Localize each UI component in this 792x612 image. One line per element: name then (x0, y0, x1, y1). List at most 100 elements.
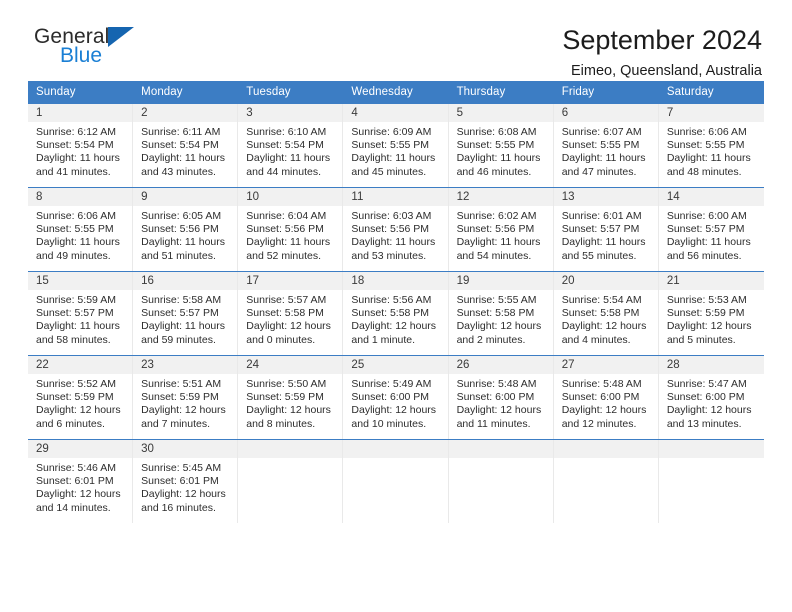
daylight-text-line2: and 58 minutes. (36, 333, 111, 346)
sunset-text: Sunset: 5:55 PM (36, 223, 114, 236)
sunset-text: Sunset: 5:58 PM (246, 307, 324, 320)
daylight-text-line2: and 41 minutes. (36, 165, 111, 178)
daylight-text-line1: Daylight: 12 hours (561, 404, 647, 417)
sunrise-text: Sunrise: 5:49 AM (351, 378, 432, 390)
day-details: Sunrise: 5:47 AM Sunset: 6:00 PM Dayligh… (659, 374, 764, 431)
daylight-text-line2: and 59 minutes. (141, 333, 216, 346)
day-details: Sunrise: 6:07 AM Sunset: 5:55 PM Dayligh… (554, 122, 658, 179)
day-number: 1 (28, 104, 133, 122)
day-cell[interactable]: 4 Sunrise: 6:09 AM Sunset: 5:55 PM Dayli… (343, 104, 449, 187)
day-number (343, 440, 448, 458)
daylight-text-line1: Daylight: 12 hours (36, 404, 121, 417)
sunset-text: Sunset: 6:00 PM (561, 391, 640, 404)
day-cell-empty (553, 440, 659, 523)
day-number: 3 (238, 104, 343, 122)
calendar-grid: Sunday Monday Tuesday Wednesday Thursday… (28, 81, 764, 523)
weekday-header-row: Sunday Monday Tuesday Wednesday Thursday… (28, 81, 764, 104)
daylight-text-line1: Daylight: 11 hours (561, 236, 646, 249)
day-cell[interactable]: 26 Sunrise: 5:48 AM Sunset: 6:00 PM Dayl… (448, 356, 554, 439)
day-number: 11 (343, 188, 448, 206)
day-cell[interactable]: 11 Sunrise: 6:03 AM Sunset: 5:56 PM Dayl… (343, 188, 449, 271)
daylight-text-line1: Daylight: 12 hours (141, 488, 226, 501)
day-cell-empty (448, 440, 554, 523)
day-cell[interactable]: 21 Sunrise: 5:53 AM Sunset: 5:59 PM Dayl… (658, 272, 764, 355)
day-cell[interactable]: 27 Sunrise: 5:48 AM Sunset: 6:00 PM Dayl… (553, 356, 659, 439)
sunrise-text: Sunrise: 6:11 AM (141, 126, 221, 138)
day-number: 14 (658, 188, 764, 206)
day-cell[interactable]: 16 Sunrise: 5:58 AM Sunset: 5:57 PM Dayl… (133, 272, 239, 355)
day-details: Sunrise: 6:06 AM Sunset: 5:55 PM Dayligh… (28, 206, 132, 263)
day-details: Sunrise: 6:11 AM Sunset: 5:54 PM Dayligh… (133, 122, 237, 179)
day-number: 25 (343, 356, 448, 374)
day-cell[interactable]: 15 Sunrise: 5:59 AM Sunset: 5:57 PM Dayl… (28, 272, 134, 355)
sunrise-text: Sunrise: 5:56 AM (351, 294, 432, 306)
logo-triangle-icon (108, 27, 135, 47)
daylight-text-line2: and 5 minutes. (666, 333, 736, 346)
day-cell[interactable]: 29 Sunrise: 5:46 AM Sunset: 6:01 PM Dayl… (28, 440, 134, 523)
day-cell[interactable]: 20 Sunrise: 5:54 AM Sunset: 5:58 PM Dayl… (553, 272, 659, 355)
day-cell[interactable]: 3 Sunrise: 6:10 AM Sunset: 5:54 PM Dayli… (238, 104, 344, 187)
sunset-text: Sunset: 5:56 PM (351, 223, 430, 236)
day-cell[interactable]: 6 Sunrise: 6:07 AM Sunset: 5:55 PM Dayli… (553, 104, 659, 187)
sunrise-text: Sunrise: 6:02 AM (456, 210, 537, 222)
sunrise-text: Sunrise: 6:07 AM (561, 126, 642, 138)
day-cell[interactable]: 9 Sunrise: 6:05 AM Sunset: 5:56 PM Dayli… (133, 188, 239, 271)
day-cell[interactable]: 13 Sunrise: 6:01 AM Sunset: 5:57 PM Dayl… (553, 188, 659, 271)
daylight-text-line2: and 8 minutes. (246, 417, 316, 430)
day-details: Sunrise: 5:54 AM Sunset: 5:58 PM Dayligh… (554, 290, 658, 347)
day-number: 15 (28, 272, 133, 290)
logo-text-blue: Blue (60, 44, 103, 67)
day-number: 10 (238, 188, 343, 206)
daylight-text-line1: Daylight: 12 hours (36, 488, 121, 501)
day-cell-empty (343, 440, 449, 523)
sunrise-text: Sunrise: 5:46 AM (36, 462, 116, 474)
day-details: Sunrise: 6:08 AM Sunset: 5:55 PM Dayligh… (449, 122, 553, 179)
day-cell[interactable]: 18 Sunrise: 5:56 AM Sunset: 5:58 PM Dayl… (343, 272, 449, 355)
day-cell[interactable]: 12 Sunrise: 6:02 AM Sunset: 5:56 PM Dayl… (448, 188, 554, 271)
day-details: Sunrise: 5:45 AM Sunset: 6:01 PM Dayligh… (133, 458, 237, 515)
day-cell[interactable]: 7 Sunrise: 6:06 AM Sunset: 5:55 PM Dayli… (658, 104, 764, 187)
daylight-text-line2: and 53 minutes. (351, 249, 427, 262)
week-row: 8 Sunrise: 6:06 AM Sunset: 5:55 PM Dayli… (28, 187, 764, 271)
sunrise-text: Sunrise: 5:50 AM (246, 378, 327, 390)
sunrise-text: Sunrise: 5:59 AM (36, 294, 116, 306)
day-details: Sunrise: 5:49 AM Sunset: 6:00 PM Dayligh… (343, 374, 447, 431)
day-details: Sunrise: 5:59 AM Sunset: 5:57 PM Dayligh… (28, 290, 132, 347)
day-cell[interactable]: 23 Sunrise: 5:51 AM Sunset: 5:59 PM Dayl… (133, 356, 239, 439)
day-details: Sunrise: 5:52 AM Sunset: 5:59 PM Dayligh… (28, 374, 132, 431)
day-cell[interactable]: 10 Sunrise: 6:04 AM Sunset: 5:56 PM Dayl… (238, 188, 344, 271)
daylight-text-line1: Daylight: 12 hours (246, 404, 331, 417)
sunrise-text: Sunrise: 5:57 AM (246, 294, 327, 306)
sunrise-text: Sunrise: 5:54 AM (561, 294, 642, 306)
sunset-text: Sunset: 6:00 PM (351, 391, 430, 404)
sunrise-text: Sunrise: 5:45 AM (141, 462, 222, 474)
day-cell[interactable]: 17 Sunrise: 5:57 AM Sunset: 5:58 PM Dayl… (238, 272, 344, 355)
day-cell[interactable]: 8 Sunrise: 6:06 AM Sunset: 5:55 PM Dayli… (28, 188, 134, 271)
daylight-text-line1: Daylight: 12 hours (351, 404, 437, 417)
daylight-text-line2: and 54 minutes. (456, 249, 532, 262)
daylight-text-line1: Daylight: 12 hours (666, 320, 752, 333)
day-cell[interactable]: 28 Sunrise: 5:47 AM Sunset: 6:00 PM Dayl… (658, 356, 764, 439)
day-number: 5 (448, 104, 553, 122)
day-details: Sunrise: 6:05 AM Sunset: 5:56 PM Dayligh… (133, 206, 237, 263)
day-number: 20 (553, 272, 658, 290)
day-cell[interactable]: 5 Sunrise: 6:08 AM Sunset: 5:55 PM Dayli… (448, 104, 554, 187)
day-cell-empty (658, 440, 764, 523)
daylight-text-line2: and 45 minutes. (351, 165, 427, 178)
day-number: 22 (28, 356, 133, 374)
day-cell[interactable]: 22 Sunrise: 5:52 AM Sunset: 5:59 PM Dayl… (28, 356, 134, 439)
weekday-header-friday: Friday (561, 86, 595, 98)
daylight-text-line1: Daylight: 12 hours (456, 320, 542, 333)
day-cell[interactable]: 25 Sunrise: 5:49 AM Sunset: 6:00 PM Dayl… (343, 356, 449, 439)
day-cell[interactable]: 14 Sunrise: 6:00 AM Sunset: 5:57 PM Dayl… (658, 188, 764, 271)
day-number: 16 (133, 272, 238, 290)
generalblue-logo[interactable]: General Blue (28, 26, 154, 66)
day-number: 7 (658, 104, 764, 122)
day-cell-empty (238, 440, 344, 523)
day-cell[interactable]: 30 Sunrise: 5:45 AM Sunset: 6:01 PM Dayl… (133, 440, 239, 523)
day-cell[interactable]: 19 Sunrise: 5:55 AM Sunset: 5:58 PM Dayl… (448, 272, 554, 355)
day-cell[interactable]: 2 Sunrise: 6:11 AM Sunset: 5:54 PM Dayli… (133, 104, 239, 187)
day-cell[interactable]: 1 Sunrise: 6:12 AM Sunset: 5:54 PM Dayli… (28, 104, 134, 187)
day-number: 13 (553, 188, 658, 206)
day-cell[interactable]: 24 Sunrise: 5:50 AM Sunset: 5:59 PM Dayl… (238, 356, 344, 439)
